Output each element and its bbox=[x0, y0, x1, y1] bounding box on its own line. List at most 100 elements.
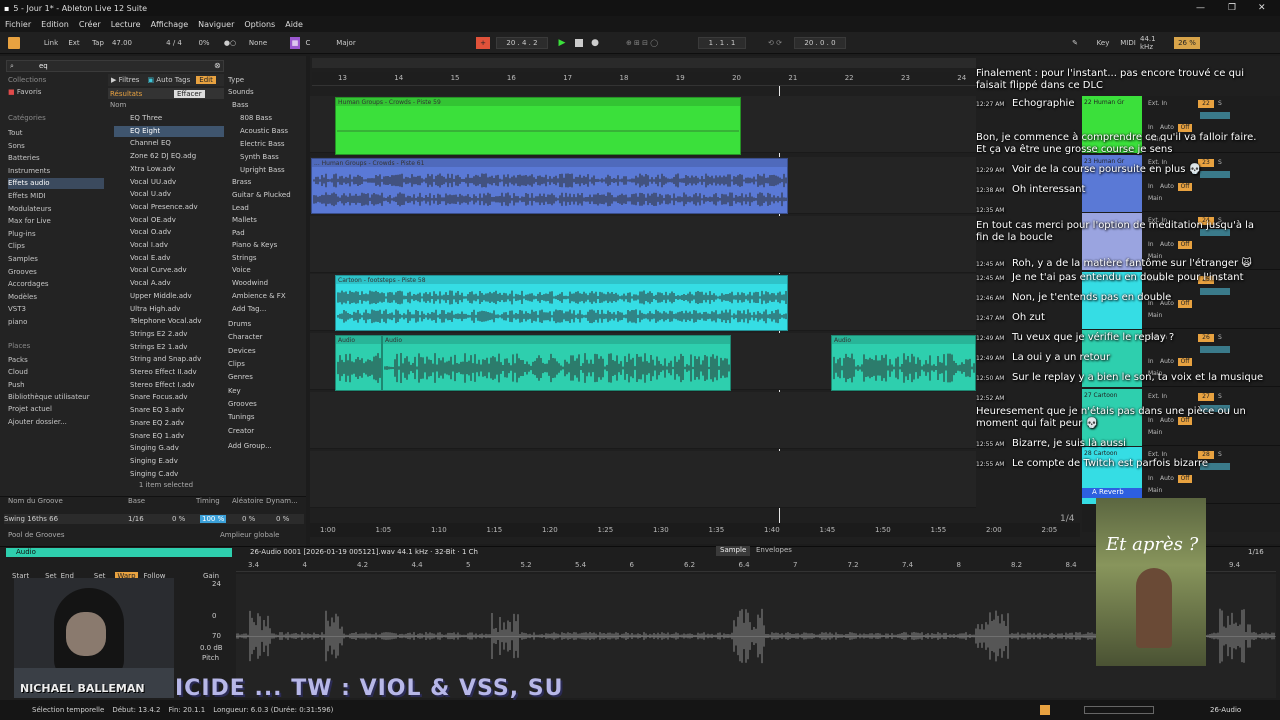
tab-sample[interactable]: Sample bbox=[716, 546, 751, 556]
sidebar-item-category[interactable]: Max for Live bbox=[8, 216, 104, 227]
draw-mode-icon[interactable]: ✎ bbox=[1070, 37, 1080, 49]
tempo-field[interactable]: 47.00 bbox=[110, 37, 134, 49]
sidebar-item-place[interactable]: Bibliothèque utilisateur bbox=[8, 392, 104, 403]
tag-item[interactable]: Drums bbox=[228, 320, 251, 328]
favorites-item[interactable]: ■ Favoris bbox=[8, 87, 104, 98]
result-item[interactable]: Xtra Low.adv bbox=[114, 164, 224, 175]
overdub-icons[interactable]: ⊕ ⊞ ⊟ ◯ bbox=[612, 37, 672, 49]
track-indicator-icon[interactable] bbox=[1040, 705, 1050, 715]
result-item[interactable]: Snare EQ 1.adv bbox=[114, 431, 224, 442]
status-scroll[interactable] bbox=[1084, 706, 1154, 714]
tag-item[interactable]: Electric Bass bbox=[240, 140, 285, 148]
menu-item[interactable]: Créer bbox=[79, 20, 101, 29]
result-item[interactable]: Singing C.adv bbox=[114, 469, 224, 480]
tag-item[interactable]: Sounds bbox=[228, 88, 254, 96]
tag-item[interactable]: Ambience & FX bbox=[232, 292, 286, 300]
sidebar-item-place[interactable]: Ajouter dossier... bbox=[8, 417, 104, 428]
tap-button[interactable]: Tap bbox=[88, 37, 108, 49]
audio-clip[interactable]: Audio bbox=[335, 335, 382, 391]
menu-item[interactable]: Edition bbox=[41, 20, 69, 29]
record-icon[interactable]: ● bbox=[590, 37, 600, 49]
minimize-icon[interactable]: — bbox=[1196, 3, 1205, 13]
result-item[interactable]: EQ Three bbox=[114, 113, 224, 124]
edit-button[interactable]: Edit bbox=[196, 76, 216, 84]
time-signature[interactable]: 4 / 4 bbox=[160, 37, 188, 49]
result-item[interactable]: Vocal O.adv bbox=[114, 227, 224, 238]
result-item[interactable]: Channel EQ bbox=[114, 138, 224, 149]
tag-item[interactable]: Synth Bass bbox=[240, 153, 279, 161]
tag-item[interactable]: Mallets bbox=[232, 216, 257, 224]
sidebar-item-place[interactable]: Push bbox=[8, 380, 104, 391]
result-item[interactable]: Vocal I.adv bbox=[114, 240, 224, 251]
tag-item[interactable]: Brass bbox=[232, 178, 251, 186]
audio-clip[interactable]: Cartoon - footsteps - Piste 58 bbox=[335, 275, 788, 331]
track-lane[interactable] bbox=[310, 392, 976, 449]
sidebar-item-category[interactable]: Clips bbox=[8, 241, 104, 252]
tag-item[interactable]: Lead bbox=[232, 204, 249, 212]
tag-item[interactable]: Clips bbox=[228, 360, 245, 368]
groove-row[interactable]: Swing 16ths 66 1/16 0 % 100 % 0 % 0 % bbox=[4, 514, 304, 524]
stop-icon[interactable] bbox=[574, 37, 584, 49]
output-select[interactable]: Main bbox=[1148, 487, 1162, 494]
tag-item[interactable]: Creator bbox=[228, 427, 254, 435]
result-item[interactable]: Vocal U.adv bbox=[114, 189, 224, 200]
result-item[interactable]: Singing G.adv bbox=[114, 443, 224, 454]
tag-item[interactable]: Acoustic Bass bbox=[240, 127, 288, 135]
view-toggle-icon[interactable] bbox=[8, 37, 20, 49]
tag-item[interactable]: 808 Bass bbox=[240, 114, 272, 122]
sidebar-item-category[interactable]: Effets MIDI bbox=[8, 191, 104, 202]
sidebar-item-category[interactable]: Modulateurs bbox=[8, 204, 104, 215]
result-item[interactable]: Vocal OE.adv bbox=[114, 215, 224, 226]
sidebar-item-category[interactable]: Plug-ins bbox=[8, 229, 104, 240]
menu-item[interactable]: Options bbox=[244, 20, 275, 29]
result-item[interactable]: Snare Focus.adv bbox=[114, 392, 224, 403]
result-item[interactable]: Ultra High.adv bbox=[114, 304, 224, 315]
grid-fraction[interactable]: 1/16 bbox=[1248, 548, 1264, 556]
type-heading[interactable]: Type bbox=[228, 76, 244, 84]
beat-ruler[interactable]: 13 14 15 16 17 18 19 20 21 22 23 24 bbox=[312, 72, 978, 86]
sidebar-item-category[interactable]: Effets audio bbox=[8, 178, 104, 190]
tag-item[interactable]: Pad bbox=[232, 229, 245, 237]
sidebar-item-category[interactable]: Sons bbox=[8, 141, 104, 152]
result-item[interactable]: Snare EQ 3.adv bbox=[114, 405, 224, 416]
sidebar-item-category[interactable]: VST3 bbox=[8, 304, 104, 315]
sidebar-item-category[interactable]: Batteries bbox=[8, 153, 104, 164]
sidebar-item-place[interactable]: Cloud bbox=[8, 367, 104, 378]
tag-item[interactable]: Key bbox=[228, 387, 241, 395]
return-track-reverb[interactable]: A Reverb bbox=[1082, 488, 1142, 498]
sidebar-item-category[interactable]: Tout bbox=[8, 128, 104, 139]
tag-item[interactable]: Grooves bbox=[228, 400, 257, 408]
ext-button[interactable]: Ext bbox=[64, 37, 84, 49]
result-item[interactable]: Strings E2 2.adv bbox=[114, 329, 224, 340]
result-item[interactable]: Vocal Presence.adv bbox=[114, 202, 224, 213]
result-item[interactable]: Snare EQ 2.adv bbox=[114, 418, 224, 429]
quantize-value[interactable]: 0% bbox=[194, 37, 214, 49]
sidebar-item-category[interactable]: piano bbox=[8, 317, 104, 328]
tab-envelopes[interactable]: Envelopes bbox=[756, 546, 792, 554]
metro-select[interactable]: None bbox=[246, 37, 270, 49]
result-item[interactable]: Stereo Effect II.adv bbox=[114, 367, 224, 378]
audio-clip[interactable]: Human Groups - Crowds - Piste 59 bbox=[335, 97, 741, 155]
tag-item[interactable]: Upright Bass bbox=[240, 166, 285, 174]
result-item[interactable]: Upper Middle.adv bbox=[114, 291, 224, 302]
scale-icon[interactable]: ▦ bbox=[290, 37, 300, 49]
sidebar-item-category[interactable]: Grooves bbox=[8, 267, 104, 278]
result-item[interactable]: Zone 62 DJ EQ.adg bbox=[114, 151, 224, 162]
tag-item[interactable]: Piano & Keys bbox=[232, 241, 277, 249]
key-select[interactable]: C bbox=[302, 37, 314, 49]
sidebar-item-place[interactable]: Packs bbox=[8, 355, 104, 366]
result-item[interactable]: String and Snap.adv bbox=[114, 354, 224, 365]
result-item[interactable]: Vocal A.adv bbox=[114, 278, 224, 289]
sidebar-item-category[interactable]: Accordages bbox=[8, 279, 104, 290]
audio-clip[interactable]: Audio bbox=[382, 335, 731, 391]
key-map-button[interactable]: Key bbox=[1094, 37, 1112, 49]
autotags-button[interactable]: ▣ Auto Tags bbox=[147, 76, 190, 84]
audio-clip[interactable]: ... Human Groups - Crowds - Piste 61 bbox=[311, 158, 788, 214]
search-input[interactable]: ⌕ eq ⊗ bbox=[6, 60, 224, 72]
overview-bar[interactable] bbox=[312, 58, 976, 68]
tag-item[interactable]: Tunings bbox=[228, 413, 255, 421]
sidebar-item-category[interactable]: Modèles bbox=[8, 292, 104, 303]
loop-length[interactable]: 20 . 0 . 0 bbox=[794, 37, 846, 49]
result-item[interactable]: Telephone Vocal.adv bbox=[114, 316, 224, 327]
tag-item[interactable]: Devices bbox=[228, 347, 256, 355]
